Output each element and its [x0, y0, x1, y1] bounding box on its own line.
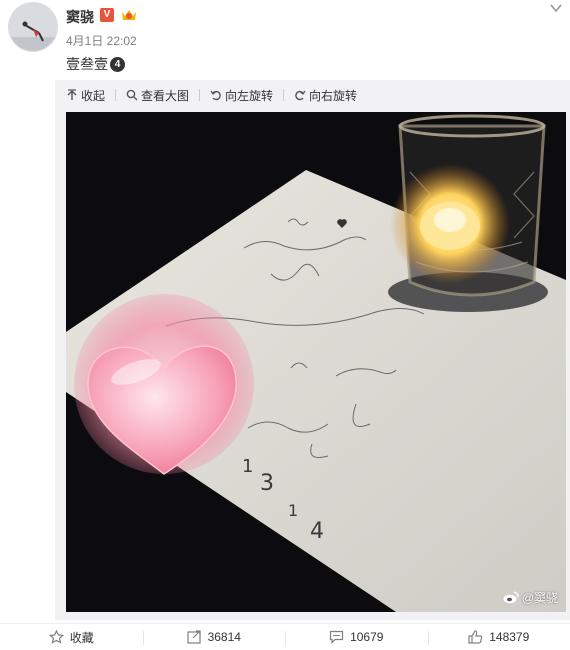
verified-badge: V [100, 8, 114, 22]
thumbs-up-icon [468, 630, 483, 644]
rotate-left-label: 向左旋转 [225, 88, 274, 103]
avatar[interactable] [8, 2, 58, 52]
watermark: @窦骁 [503, 589, 558, 606]
view-large-label: 查看大图 [141, 88, 190, 103]
view-large-button[interactable]: 查看大图 [126, 87, 189, 104]
watermark-text: @窦骁 [521, 591, 558, 605]
rotate-right-label: 向右旋转 [309, 88, 358, 103]
post-time[interactable]: 4月1日 22:02 [66, 32, 137, 49]
post-header: 窦骁 V 4月1日 22:02 壹叁壹 4 [0, 0, 570, 82]
favorite-label: 收藏 [69, 630, 94, 645]
repost-button[interactable]: 36814 [142, 624, 286, 650]
chevron-down-icon[interactable] [549, 2, 563, 14]
post-photo[interactable]: 1 3 1 4 @窦骁 [66, 112, 566, 612]
note-digit-4: 4 [310, 519, 324, 544]
repost-count: 36814 [207, 630, 241, 644]
comment-button[interactable]: 10679 [285, 624, 428, 650]
rotate-right-icon [295, 90, 306, 101]
toolbar-divider [199, 89, 201, 101]
comment-count: 10679 [350, 630, 384, 644]
rotate-left-icon [210, 90, 221, 101]
media-toolbar: 收起 查看大图 向左旋转 向右旋转 [66, 87, 367, 103]
collapse-label: 收起 [81, 88, 106, 103]
collapse-button[interactable]: 收起 [66, 87, 105, 104]
rotate-right-button[interactable]: 向右旋转 [294, 87, 357, 104]
magnifier-icon [126, 89, 138, 101]
toolbar-divider [283, 89, 285, 101]
post-text-content: 壹叁壹 [66, 56, 108, 72]
share-icon [186, 630, 201, 644]
like-count: 148379 [489, 630, 530, 644]
comment-icon [329, 630, 344, 644]
note-digit-1b: 1 [288, 501, 298, 520]
arrow-up-icon [67, 89, 77, 100]
star-icon [48, 630, 64, 644]
post-text: 壹叁壹 4 [66, 54, 125, 74]
note-digit-1: 1 [242, 456, 253, 477]
note-digit-3: 3 [260, 471, 274, 496]
weibo-logo-icon [503, 591, 519, 604]
rotate-left-button[interactable]: 向左旋转 [210, 87, 273, 104]
toolbar-divider [115, 89, 117, 101]
favorite-button[interactable]: 收藏 [0, 624, 143, 650]
member-crown-icon[interactable] [120, 7, 138, 23]
like-button[interactable]: 148379 [427, 624, 570, 650]
username[interactable]: 窦骁 [66, 7, 94, 27]
action-bar: 收藏 36814 10679 148379 [0, 623, 570, 650]
number-badge: 4 [110, 56, 125, 72]
photo-illustration: 1 3 1 4 [66, 112, 566, 612]
